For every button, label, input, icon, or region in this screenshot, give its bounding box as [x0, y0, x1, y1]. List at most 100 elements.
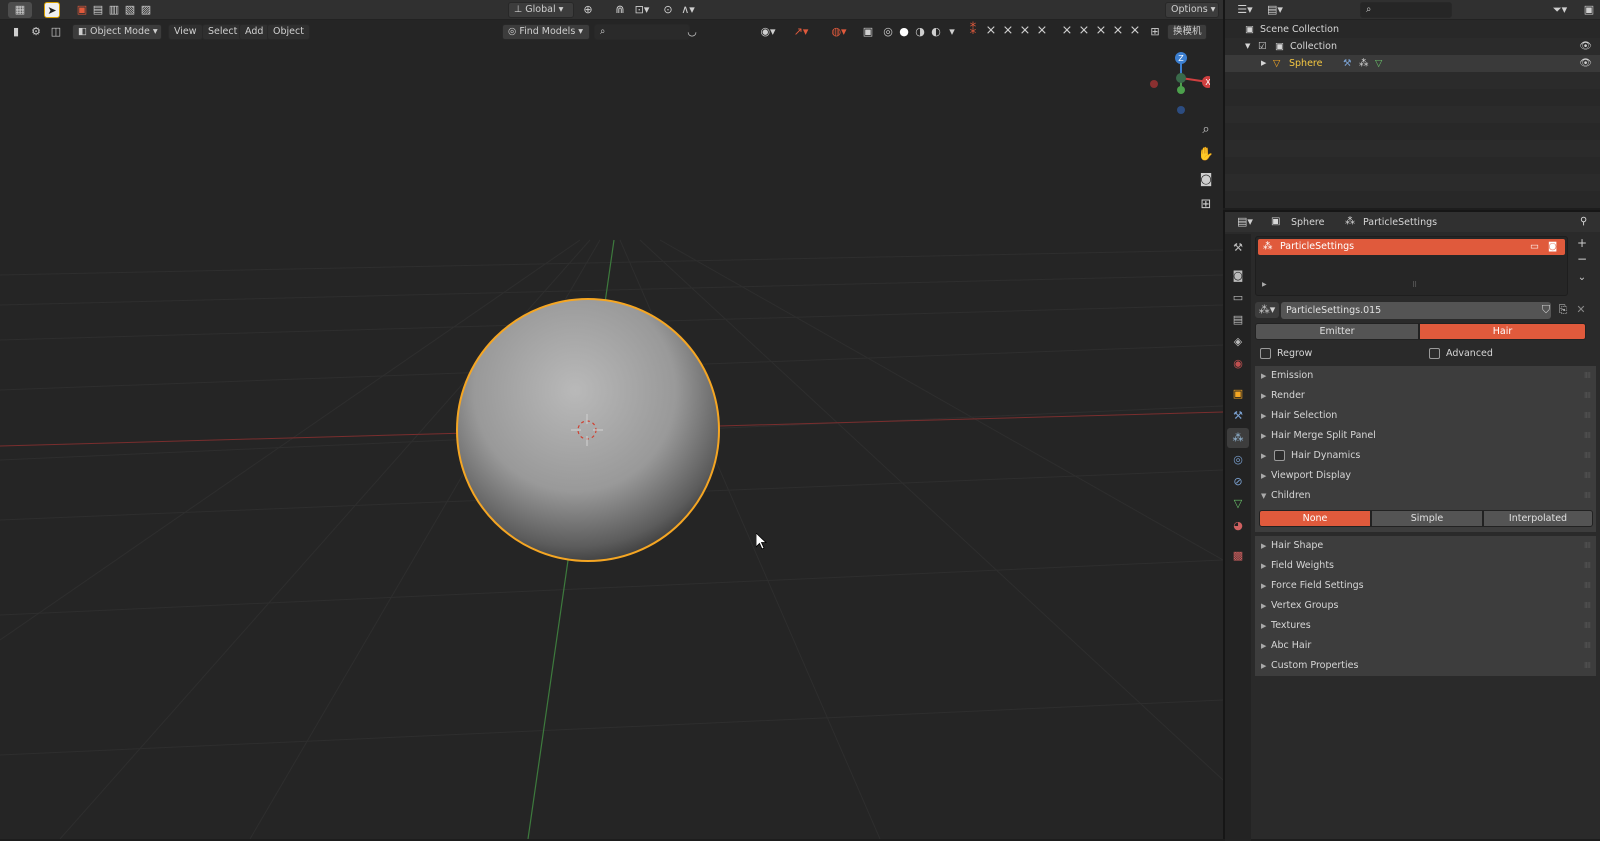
children-none-button[interactable]: None	[1259, 510, 1371, 527]
grid-perspective-icon[interactable]: ⊞	[1196, 195, 1216, 215]
add-icon[interactable]: +	[1572, 236, 1592, 250]
drag-grip-icon[interactable]: ⁝⁝⁝⁝	[1584, 486, 1591, 506]
modifier-tab-icon[interactable]: ⚒	[1227, 406, 1249, 426]
new-collection-icon[interactable]: ▣	[1581, 2, 1597, 18]
panel-viewport-display[interactable]: ▶ Viewport Display ⁝⁝⁝⁝	[1255, 466, 1596, 486]
eye-icon[interactable]: 👁	[1579, 55, 1592, 72]
drag-grip-icon[interactable]: ⁝⁝⁝⁝	[1584, 406, 1591, 426]
remove-icon[interactable]: −	[1572, 252, 1592, 266]
panel-vertex-groups[interactable]: ▶ Vertex Groups ⁝⁝⁝⁝	[1255, 596, 1596, 616]
drag-grip-icon[interactable]: ⁝⁝⁝⁝	[1584, 636, 1591, 656]
select-intersect-icon[interactable]: ▨	[138, 2, 154, 18]
regrow-checkbox[interactable]	[1260, 348, 1271, 359]
editor-type-icon[interactable]: ▦	[8, 2, 32, 18]
solid-shading-icon[interactable]: ●	[896, 24, 912, 40]
pivot-icon[interactable]: ⊕	[580, 2, 596, 18]
view-layer-tab-icon[interactable]: ▤	[1227, 310, 1249, 330]
shading-dropdown-icon[interactable]: ▾	[944, 24, 960, 40]
wrench-modifier-icon[interactable]: ⚒	[1343, 55, 1352, 72]
addon-x-icon[interactable]: ⨯	[1077, 24, 1091, 38]
chevron-down-icon[interactable]: ⌄	[1572, 272, 1592, 286]
drag-grip-icon[interactable]: ⁝⁝⁝⁝	[1584, 386, 1591, 406]
falloff-icon[interactable]: ∧▾	[676, 2, 700, 18]
mode-dropdown[interactable]: ◧ Object Mode ▾	[72, 24, 162, 40]
panel-field-weights[interactable]: ▶ Field Weights ⁝⁝⁝⁝	[1255, 556, 1596, 576]
addon-x-icon[interactable]: ⨯	[1018, 24, 1032, 38]
type-hair-button[interactable]: Hair	[1419, 323, 1586, 340]
wireframe-shading-icon[interactable]: ◎	[880, 24, 896, 40]
panel-emission[interactable]: ▶ Emission ⁝⁝⁝⁝	[1255, 366, 1596, 386]
chevron-down-icon[interactable]: ◡	[684, 24, 700, 40]
drag-grip-icon[interactable]: ⁝⁝⁝⁝	[1584, 596, 1591, 616]
transform-orientation-dropdown[interactable]: ⊥ Global ▾	[508, 2, 574, 18]
panel-abc-hair[interactable]: ▶ Abc Hair ⁝⁝⁝⁝	[1255, 636, 1596, 656]
object-tab-icon[interactable]: ▣	[1227, 384, 1249, 404]
visibility-dropdown-icon[interactable]: ◉▾	[756, 24, 780, 40]
physics-tab-icon[interactable]: ◎	[1227, 450, 1249, 470]
fake-user-icon[interactable]: ⛉	[1538, 302, 1554, 318]
select-subtract-icon[interactable]: ▥	[106, 2, 122, 18]
render-tab-icon[interactable]: ◙	[1227, 266, 1249, 286]
menu-add[interactable]: Add	[239, 24, 270, 40]
drag-grip-icon[interactable]: ⁝⁝⁝⁝	[1584, 426, 1591, 446]
menu-select[interactable]: Select	[202, 24, 244, 40]
particle-icon[interactable]: ⁂	[1359, 55, 1369, 72]
mesh-data-icon[interactable]: ▽	[1375, 55, 1382, 72]
render-icon[interactable]: ⊞	[1147, 24, 1163, 40]
expand-arrow-icon[interactable]: ▼	[1245, 38, 1250, 55]
overlay-toggle-icon[interactable]: ◍▾	[824, 24, 854, 40]
eye-icon[interactable]: 👁	[1579, 38, 1592, 55]
checkbox-icon[interactable]: ☑	[1258, 38, 1267, 55]
output-tab-icon[interactable]: ▭	[1227, 288, 1249, 308]
render-camera-icon[interactable]: ◙	[1548, 239, 1557, 255]
panel-force-field-settings[interactable]: ▶ Force Field Settings ⁝⁝⁝⁝	[1255, 576, 1596, 596]
datablock-name-field[interactable]: ParticleSettings.015	[1281, 302, 1551, 319]
addon-x-icon[interactable]: ⨯	[1111, 24, 1125, 38]
drag-grip-icon[interactable]: ⁝⁝⁝⁝	[1584, 366, 1591, 386]
select-new-icon[interactable]: ▣	[74, 2, 90, 18]
addon-x-icon[interactable]: ⨯	[1060, 24, 1074, 38]
editor-type-icon[interactable]: ▤▾	[1233, 214, 1257, 230]
addon-x-icon[interactable]: ⨯	[1094, 24, 1108, 38]
hair-dynamics-checkbox[interactable]	[1274, 450, 1285, 461]
particle-system-list[interactable]: ⁂ ParticleSettings ▭ ◙ ▶ ⠿	[1255, 236, 1568, 296]
tool-tab-icon[interactable]: ⚒	[1227, 238, 1249, 258]
gear-icon[interactable]: ⚙	[28, 24, 44, 40]
resize-grip-icon[interactable]: ⠿	[1412, 281, 1417, 289]
gizmo-toggle-icon[interactable]: ↗▾	[786, 24, 816, 40]
material-tab-icon[interactable]: ◕	[1227, 516, 1249, 536]
particles-tab-icon[interactable]: ⁂	[1227, 428, 1249, 448]
addon-x-icon[interactable]: ⨯	[1128, 24, 1142, 38]
navigation-gizmo[interactable]: Z X	[1140, 50, 1210, 120]
snap-target-icon[interactable]: ⊡▾	[630, 2, 654, 18]
pin-icon[interactable]: ⚲	[1580, 216, 1587, 227]
children-simple-button[interactable]: Simple	[1371, 510, 1483, 527]
type-emitter-button[interactable]: Emitter	[1255, 323, 1419, 340]
outliner-search-field[interactable]: ⌕	[1360, 2, 1452, 18]
addon-x-icon[interactable]: ⨯	[984, 24, 998, 38]
material-shading-icon[interactable]: ◑	[912, 24, 928, 40]
expand-arrow-icon[interactable]: ▶	[1262, 281, 1267, 288]
children-interpolated-button[interactable]: Interpolated	[1483, 510, 1593, 527]
panel-hair-merge-split[interactable]: ▶ Hair Merge Split Panel ⁝⁝⁝⁝	[1255, 426, 1596, 446]
close-icon[interactable]: ✕	[1573, 302, 1589, 318]
outliner-row-scene-collection[interactable]: ▣ Scene Collection	[1225, 21, 1600, 38]
search-field[interactable]: ⌕	[594, 24, 690, 40]
3d-viewport[interactable]: ▦ ➤ ▣ ▤ ▥ ▧ ▨ ⊥ Global ▾ ⊕ ⋒ ⊡▾ ⊙ ∧▾ Opt…	[0, 0, 1223, 839]
drag-grip-icon[interactable]: ⁝⁝⁝⁝	[1584, 466, 1591, 486]
editor-type-icon[interactable]: ☰▾	[1233, 2, 1257, 18]
drag-grip-icon[interactable]: ⁝⁝⁝⁝	[1584, 556, 1591, 576]
panel-render[interactable]: ▶ Render ⁝⁝⁝⁝	[1255, 386, 1596, 406]
addon-toggle-icon[interactable]: ⁑	[966, 24, 980, 38]
select-tool-icon[interactable]: ➤	[44, 2, 60, 18]
drag-grip-icon[interactable]: ⁝⁝⁝⁝	[1584, 576, 1591, 596]
options-dropdown[interactable]: Options ▾	[1165, 2, 1219, 18]
menu-view[interactable]: View	[168, 24, 203, 40]
bookmark-icon[interactable]: ▮	[8, 24, 24, 40]
display-mode-icon[interactable]: ▤▾	[1263, 2, 1287, 18]
drag-grip-icon[interactable]: ⁝⁝⁝⁝	[1584, 656, 1591, 676]
outliner-row-collection[interactable]: ▼ ☑ ▣ Collection 👁	[1225, 38, 1600, 55]
snap-icon[interactable]: ⋒	[612, 2, 628, 18]
drag-grip-icon[interactable]: ⁝⁝⁝⁝	[1584, 536, 1591, 556]
data-tab-icon[interactable]: ▽	[1227, 494, 1249, 514]
